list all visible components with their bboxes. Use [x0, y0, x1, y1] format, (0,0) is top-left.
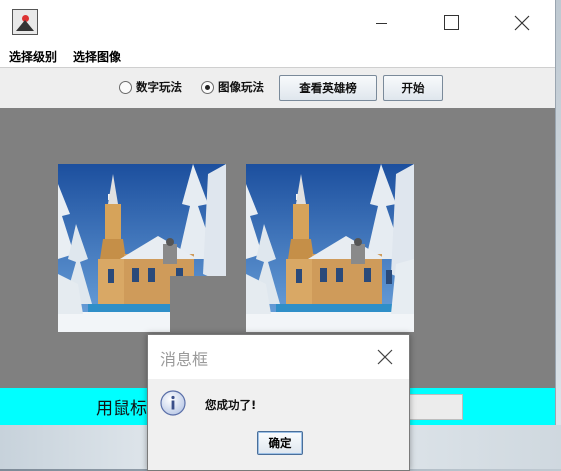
- menu-select-image[interactable]: 选择图像: [73, 48, 121, 65]
- app-icon: [12, 9, 38, 35]
- ok-button[interactable]: 确定: [257, 431, 303, 455]
- puzzle-board[interactable]: [58, 164, 226, 332]
- leaderboard-button[interactable]: 查看英雄榜: [279, 75, 377, 101]
- menu-select-level[interactable]: 选择级别: [9, 48, 57, 65]
- info-icon: [160, 390, 186, 416]
- empty-tile[interactable]: [170, 276, 226, 332]
- maximize-icon: [443, 15, 459, 30]
- title-bar[interactable]: [0, 0, 555, 45]
- dialog-close-button[interactable]: [370, 343, 400, 371]
- steps-field[interactable]: [405, 394, 463, 420]
- start-button[interactable]: 开始: [383, 75, 443, 101]
- menu-bar: 选择级别 选择图像: [0, 45, 555, 68]
- dialog-title: 消息框: [160, 350, 209, 369]
- number-mode-label[interactable]: 数字玩法: [136, 79, 182, 95]
- close-button[interactable]: [499, 0, 545, 45]
- hint-text: 用鼠标: [96, 399, 147, 419]
- minimize-icon: [375, 22, 387, 24]
- image-mode-radio[interactable]: [201, 81, 214, 94]
- church-image: [246, 164, 414, 332]
- close-icon: [514, 15, 530, 30]
- toolbar: 数字玩法 图像玩法 查看英雄榜 开始: [0, 68, 555, 108]
- message-dialog: 消息框 您成功了! 确定: [147, 334, 410, 471]
- maximize-button[interactable]: [428, 0, 474, 45]
- close-icon: [377, 349, 393, 365]
- image-mode-label[interactable]: 图像玩法: [218, 79, 264, 95]
- dialog-title-bar[interactable]: 消息框: [148, 335, 409, 379]
- reference-image: [246, 164, 414, 332]
- number-mode-radio[interactable]: [119, 81, 132, 94]
- dialog-message: 您成功了!: [205, 398, 257, 412]
- minimize-button[interactable]: [358, 0, 404, 45]
